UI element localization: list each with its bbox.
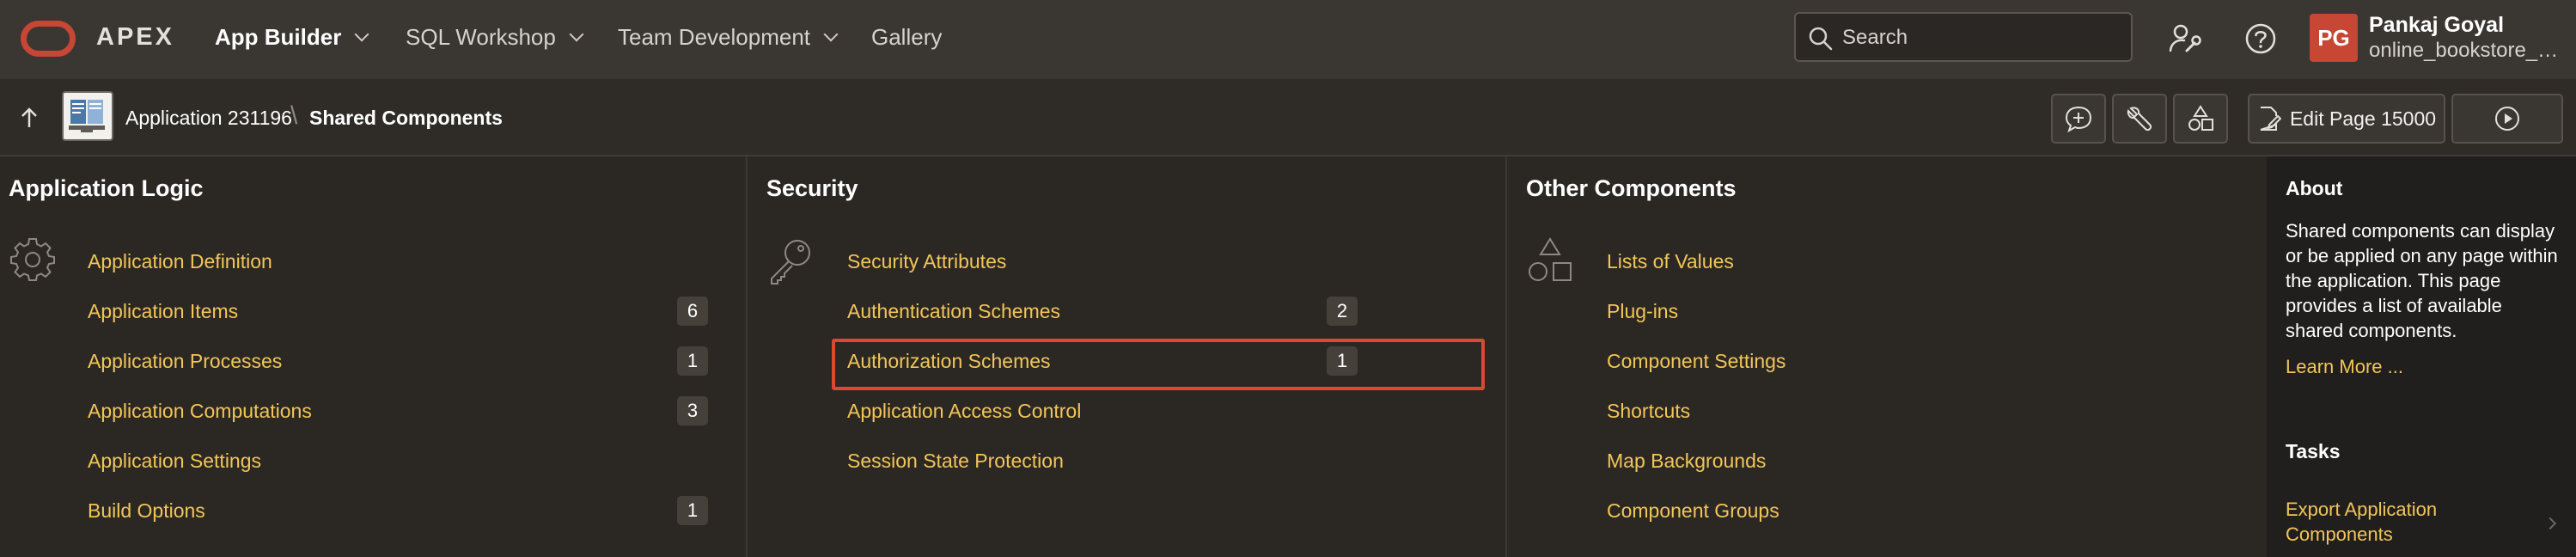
count-badge: 6 <box>677 297 708 326</box>
administration-icon[interactable] <box>2165 19 2205 58</box>
workspace-name[interactable]: online_bookstore_a... <box>2369 39 2562 63</box>
column-application-logic: Application Logic Application Definition… <box>0 156 746 557</box>
link-application-computations[interactable]: Application Computations <box>88 400 312 423</box>
list-item: Security Attributes <box>847 240 1358 283</box>
search-input[interactable] <box>1842 22 2117 53</box>
chevron-down-icon <box>823 27 839 41</box>
highlight-box <box>832 339 1485 390</box>
oracle-logo-icon[interactable] <box>21 21 76 57</box>
link-application-access-control[interactable]: Application Access Control <box>847 400 1081 423</box>
list-item: Application Items 6 <box>88 290 708 333</box>
nav-app-builder-label: App Builder <box>215 24 342 50</box>
edit-page-label: Edit Page 15000 <box>2289 107 2437 130</box>
list-item: Session State Protection <box>847 439 1358 482</box>
count-badge: 2 <box>1327 297 1358 326</box>
list-item: Component Groups <box>1607 489 2208 532</box>
link-component-groups[interactable]: Component Groups <box>1607 499 1779 523</box>
gear-icon <box>10 238 55 281</box>
count-badge: 1 <box>677 496 708 525</box>
link-authentication-schemes[interactable]: Authentication Schemes <box>847 300 1060 323</box>
nav-team-development[interactable]: Team Development <box>618 24 839 51</box>
breadcrumb-separator: \ <box>290 101 298 130</box>
section-title-security: Security <box>766 175 858 201</box>
column-security: Security Security Attributes Authenticat… <box>748 156 1505 557</box>
application-icon[interactable] <box>62 91 113 141</box>
list-item: Application Processes 1 <box>88 340 708 383</box>
apex-brand[interactable]: APEX <box>96 23 174 52</box>
top-navigation-bar: APEX App Builder SQL Workshop Team Devel… <box>0 0 2576 79</box>
avatar[interactable]: PG <box>2310 14 2358 62</box>
arrow-up-icon[interactable] <box>17 105 41 131</box>
shared-components-button[interactable] <box>2173 94 2228 144</box>
count-badge: 3 <box>677 396 708 425</box>
page-toolbar: Application 231196 \ Shared Components E… <box>0 79 2576 156</box>
key-icon <box>771 240 810 285</box>
user-name[interactable]: Pankaj Goyal <box>2369 13 2504 38</box>
nav-sql-workshop[interactable]: SQL Workshop <box>406 24 584 51</box>
list-item: Lists of Values <box>1607 240 2208 283</box>
search-box[interactable] <box>1794 12 2133 62</box>
link-shortcuts[interactable]: Shortcuts <box>1607 400 1690 423</box>
side-panel: About Shared components can display or b… <box>2267 156 2576 557</box>
list-item: Application Settings <box>88 439 708 482</box>
list-item: Plug-ins <box>1607 290 2208 333</box>
section-title-application-logic: Application Logic <box>9 175 204 201</box>
link-application-definition[interactable]: Application Definition <box>88 250 272 273</box>
help-icon[interactable] <box>2241 19 2280 58</box>
comment-add-icon <box>2065 106 2092 133</box>
link-security-attributes[interactable]: Security Attributes <box>847 250 1006 273</box>
about-text: Shared components can display or be appl… <box>2286 220 2558 341</box>
chevron-right-icon <box>2543 517 2557 530</box>
list-item: Build Options 1 <box>88 489 708 532</box>
link-component-settings[interactable]: Component Settings <box>1607 350 1785 373</box>
section-title-other-components: Other Components <box>1526 175 1737 201</box>
list-item: Application Definition <box>88 240 708 283</box>
chevron-down-icon <box>569 27 584 41</box>
list-item: Authentication Schemes 2 <box>847 290 1358 333</box>
edit-page-button[interactable]: Edit Page 15000 <box>2248 94 2445 144</box>
list-item: Application Computations 3 <box>88 389 708 432</box>
link-application-items[interactable]: Application Items <box>88 300 238 323</box>
breadcrumb-application[interactable]: Application 231196 <box>125 107 292 130</box>
link-plug-ins[interactable]: Plug-ins <box>1607 300 1678 323</box>
edit-page-icon <box>2260 107 2281 131</box>
run-application-button[interactable] <box>2451 94 2563 144</box>
link-lists-of-values[interactable]: Lists of Values <box>1607 250 1734 273</box>
add-comment-button[interactable] <box>2051 94 2106 144</box>
link-session-state-protection[interactable]: Session State Protection <box>847 450 1064 473</box>
learn-more-link[interactable]: Learn More ... <box>2286 356 2403 378</box>
link-application-processes[interactable]: Application Processes <box>88 350 282 373</box>
search-icon <box>1809 27 1833 51</box>
list-item: Map Backgrounds <box>1607 439 2208 482</box>
shapes-icon <box>2188 105 2213 131</box>
link-build-options[interactable]: Build Options <box>88 499 205 523</box>
chevron-down-icon <box>354 27 369 41</box>
nav-app-builder[interactable]: App Builder <box>215 24 369 51</box>
nav-gallery[interactable]: Gallery <box>871 24 942 51</box>
shapes-icon <box>1529 237 1572 281</box>
page-title: Shared Components <box>309 107 503 129</box>
link-application-settings[interactable]: Application Settings <box>88 450 261 473</box>
about-heading: About <box>2286 177 2343 199</box>
nav-gallery-label: Gallery <box>871 24 943 50</box>
count-badge: 1 <box>677 346 708 376</box>
list-item: Shortcuts <box>1607 389 2208 432</box>
nav-team-development-label: Team Development <box>618 24 810 50</box>
list-item: Application Access Control <box>847 389 1358 432</box>
play-icon <box>2495 107 2519 131</box>
task-export-application-components[interactable]: Export Application Components <box>2286 497 2535 547</box>
tasks-heading: Tasks <box>2286 440 2341 462</box>
column-other-components: Other Components Lists of Values Plug-in… <box>1507 156 2267 557</box>
link-map-backgrounds[interactable]: Map Backgrounds <box>1607 450 1766 473</box>
wrench-icon <box>2127 107 2152 132</box>
utilities-button[interactable] <box>2112 94 2167 144</box>
list-item: Component Settings <box>1607 340 2208 383</box>
nav-sql-workshop-label: SQL Workshop <box>406 24 556 50</box>
